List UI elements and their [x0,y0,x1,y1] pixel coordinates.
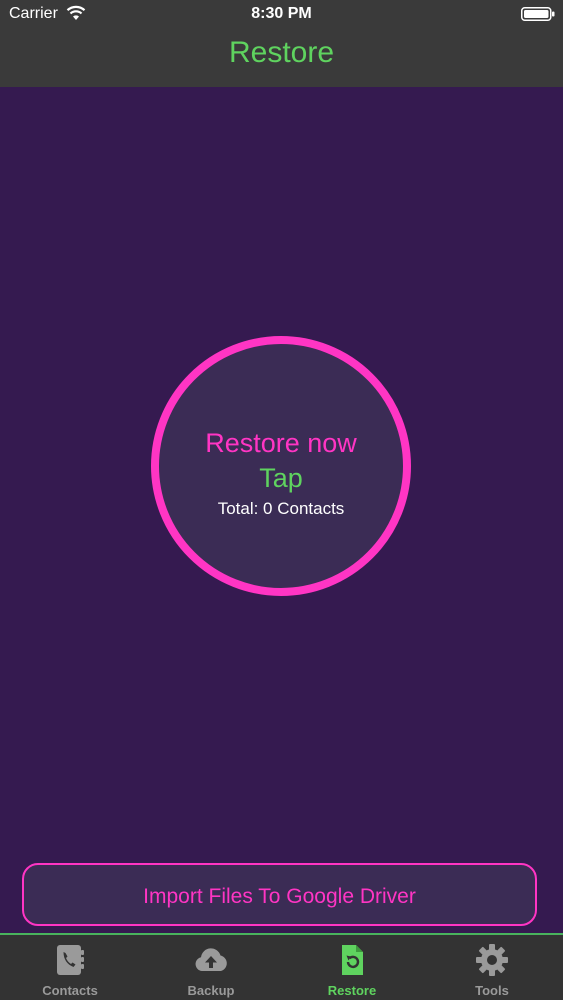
cloud-upload-icon [195,948,227,971]
status-time: 8:30 PM [251,5,312,22]
contacts-book-icon [57,945,84,975]
tab-backup-label: Backup [187,983,235,998]
tab-tools[interactable]: Tools [422,935,562,1000]
restore-file-icon [342,945,363,975]
page-title: Restore [228,36,335,69]
tab-backup[interactable]: Backup [141,935,281,1000]
tab-bar: Contacts Backup Restore Tools [0,933,563,1000]
tab-contacts[interactable]: Contacts [0,935,140,1000]
gear-icon [476,944,508,976]
import-to-google-drive-button[interactable]: Import Files To Google Driver [22,863,537,926]
tab-contacts-label: Contacts [42,983,98,998]
total-contacts-label: Total: 0 Contacts [217,499,345,518]
tab-restore-label: Restore [327,983,377,998]
battery-icon [521,7,555,21]
tab-tools-label: Tools [475,983,509,998]
import-button-label: Import Files To Google Driver [143,885,416,908]
tap-label: Tap [259,463,303,493]
navigation-bar: Restore [0,28,563,87]
restore-now-button[interactable]: Restore now Tap Total: 0 Contacts [151,336,411,596]
restore-now-label: Restore now [205,428,357,458]
tab-restore[interactable]: Restore [282,935,422,1000]
main-content: Restore now Tap Total: 0 Contacts Import… [0,87,563,933]
status-bar: Carrier 8:30 PM [0,0,563,28]
